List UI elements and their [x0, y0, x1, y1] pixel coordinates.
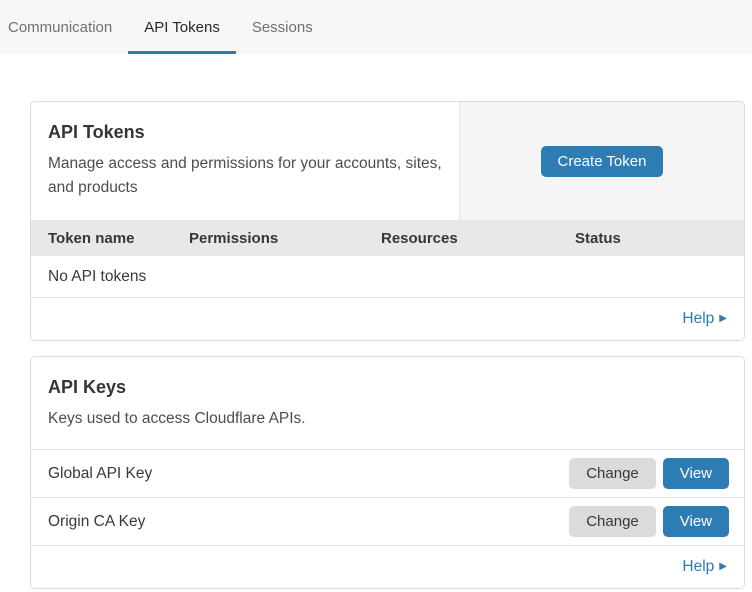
api-keys-title: API Keys	[48, 377, 727, 398]
column-header-token-name: Token name	[31, 230, 189, 247]
api-tokens-card-header-action: Create Token	[460, 102, 744, 220]
tab-api-tokens[interactable]: API Tokens	[128, 0, 236, 54]
global-api-key-actions: Change View	[569, 458, 729, 489]
origin-ca-key-change-button[interactable]: Change	[569, 506, 656, 537]
help-arrow-icon: ▶	[719, 562, 727, 572]
column-header-resources: Resources	[381, 230, 575, 247]
api-tokens-help-label: Help	[682, 310, 714, 328]
create-token-button[interactable]: Create Token	[541, 146, 664, 177]
tab-api-tokens-label: API Tokens	[144, 19, 220, 36]
api-tokens-card-header-text: API Tokens Manage access and permissions…	[31, 102, 460, 220]
tab-communication-label: Communication	[8, 19, 112, 36]
tokens-table-header: Token name Permissions Resources Status	[31, 220, 744, 256]
origin-ca-key-row: Origin CA Key Change View	[31, 498, 744, 546]
origin-ca-key-label: Origin CA Key	[48, 513, 145, 531]
global-api-key-label: Global API Key	[48, 465, 152, 483]
tab-sessions[interactable]: Sessions	[236, 0, 329, 54]
api-tokens-card-footer: Help ▶	[31, 298, 744, 340]
tab-communication[interactable]: Communication	[0, 0, 128, 54]
column-header-status: Status	[575, 230, 744, 247]
global-api-key-row: Global API Key Change View	[31, 450, 744, 498]
column-header-permissions: Permissions	[189, 230, 381, 247]
api-keys-card: API Keys Keys used to access Cloudflare …	[30, 356, 745, 589]
api-keys-help-link[interactable]: Help ▶	[682, 558, 727, 576]
api-keys-help-label: Help	[682, 558, 714, 576]
tokens-empty-row: No API tokens	[31, 256, 744, 298]
tab-sessions-label: Sessions	[252, 19, 313, 36]
origin-ca-key-view-button[interactable]: View	[663, 506, 729, 537]
api-keys-description: Keys used to access Cloudflare APIs.	[48, 407, 727, 431]
api-keys-card-footer: Help ▶	[31, 546, 744, 588]
api-tokens-description: Manage access and permissions for your a…	[48, 152, 442, 200]
tab-bar: Communication API Tokens Sessions	[0, 0, 752, 54]
api-tokens-card: API Tokens Manage access and permissions…	[30, 101, 745, 341]
tokens-empty-message: No API tokens	[48, 268, 146, 286]
api-tokens-title: API Tokens	[48, 122, 442, 143]
api-tokens-card-header: API Tokens Manage access and permissions…	[31, 102, 744, 220]
api-keys-card-header: API Keys Keys used to access Cloudflare …	[31, 357, 744, 450]
global-api-key-change-button[interactable]: Change	[569, 458, 656, 489]
global-api-key-view-button[interactable]: View	[663, 458, 729, 489]
origin-ca-key-actions: Change View	[569, 506, 729, 537]
help-arrow-icon: ▶	[719, 314, 727, 324]
page-content: API Tokens Manage access and permissions…	[0, 54, 752, 589]
api-tokens-help-link[interactable]: Help ▶	[682, 310, 727, 328]
